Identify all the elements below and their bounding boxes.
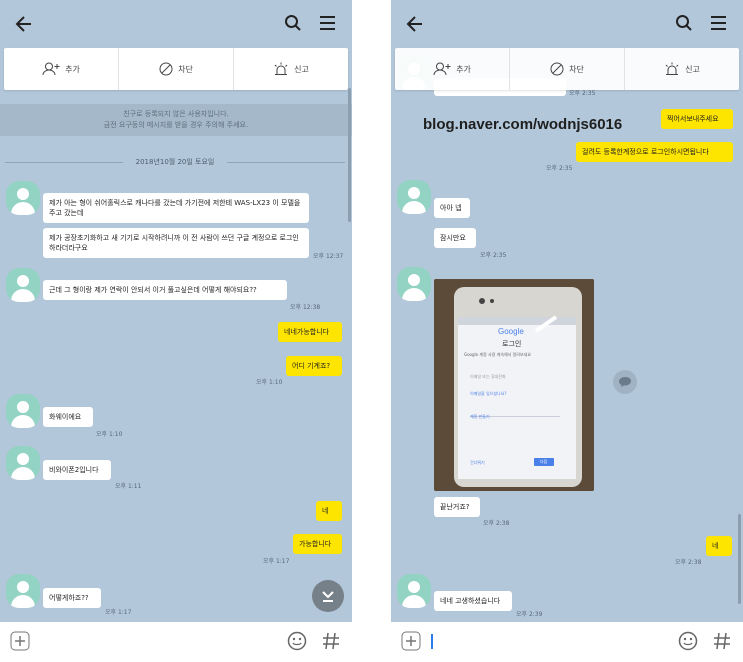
plus-icon[interactable] [401,631,421,651]
photo-email-hint: 이메일 또는 휴대전화 [470,374,506,379]
message-bubble[interactable]: 화웨이에요 [43,407,93,427]
add-friend-icon [42,62,60,76]
report-label: 신고 [294,64,309,74]
message-time: 오후 12:38 [290,304,321,311]
block-button[interactable]: 차단 [119,48,234,90]
message-time: 오후 2:38 [675,559,702,566]
photo-login-title: 로그인 [502,340,522,348]
hamburger-menu-icon[interactable] [319,15,336,31]
message-time: 오후 1:10 [96,431,123,438]
add-friend-button[interactable]: 추가 [395,48,510,90]
add-friend-label: 추가 [456,64,471,74]
back-arrow-icon[interactable] [14,14,34,34]
scrollbar-thumb[interactable] [348,88,351,222]
add-friend-button[interactable]: 추가 [4,48,119,90]
chat-screen-right: 오후 2:35 추가 차단 신고 blog.naver.com/wodnjs60… [391,0,743,662]
message-time: 오후 2:35 [480,252,507,259]
message-time: 오후 2:38 [483,520,510,527]
message-bubble[interactable]: 네네 고생하셨습니다 [434,591,512,611]
message-time: 오후 1:10 [256,379,283,386]
my-message-bubble[interactable]: 가능합니다 [293,534,342,554]
my-message-bubble[interactable]: 네네가능합니다 [278,322,342,342]
avatar[interactable] [6,394,40,428]
add-friend-label: 추가 [65,64,80,74]
photo-create-link: 계정 만들기 [470,414,490,419]
scroll-down-button[interactable] [312,580,344,612]
share-button[interactable] [613,370,637,394]
friend-action-bar: 추가 차단 신고 [4,48,348,90]
message-bubble[interactable]: 제가 공장초기화하고 새 기기로 시작하려니까 이 전 사람이 쓰던 구글 계정… [43,228,309,258]
message-bubble[interactable]: 아아 넵 [434,198,470,218]
text-cursor[interactable] [431,634,433,649]
report-button[interactable]: 신고 [625,48,739,90]
my-message-bubble[interactable]: 걸려도 등록한계정으로 로그인하시면됩니다 [576,142,733,162]
avatar[interactable] [397,574,431,608]
avatar[interactable] [6,268,40,302]
share-icon [619,377,631,387]
block-icon [550,62,564,76]
add-friend-icon [433,62,451,76]
scrollbar-thumb[interactable] [738,514,741,604]
report-label: 신고 [685,64,700,74]
emoji-icon[interactable] [287,631,307,651]
avatar[interactable] [6,574,40,608]
stranger-warning-notice: 친구로 등록되지 않은 사용자입니다. 금전 요구등의 메시지를 받을 경우 주… [0,104,352,136]
avatar[interactable] [397,267,431,301]
photo-prev-link: 건너뛰기 [470,460,485,465]
message-time: 오후 1:17 [263,558,290,565]
message-time: 오후 2:39 [516,611,543,618]
plus-icon[interactable] [10,631,30,651]
date-text: 2018년10월 20일 토요일 [135,158,215,166]
message-bubble[interactable]: 제가 아는 형이 쉬어홀릭스로 캐나다를 갔는데 가기전에 저한테 WAS-LX… [43,193,309,223]
emoji-icon[interactable] [678,631,698,651]
photo-google-logo: Google [498,327,524,336]
top-bar [0,0,352,48]
notice-line-2: 금전 요구등의 메시지를 받을 경우 주의해 주세요. [103,121,249,129]
message-time: 오후 1:17 [105,609,132,616]
input-bar [0,622,352,662]
avatar[interactable] [6,181,40,215]
input-bar [391,622,743,662]
hash-icon[interactable] [322,631,340,651]
photo-next-button: 다음 [540,459,548,464]
photo-forgot-link: 이메일을 잊으셨나요? [470,391,507,396]
message-bubble[interactable]: 끝난거죠? [434,497,480,517]
friend-action-bar: 추가 차단 신고 [395,48,739,90]
hamburger-menu-icon[interactable] [710,15,727,31]
block-label: 차단 [569,64,584,74]
message-bubble[interactable]: 비와이폰2입니다 [43,460,111,480]
block-icon [159,62,173,76]
message-time: 오후 12:37 [313,253,344,260]
date-separator: 2018년10월 20일 토요일 [5,157,345,167]
avatar[interactable] [397,180,431,214]
search-icon[interactable] [284,14,302,32]
my-message-bubble[interactable]: 네 [706,536,732,556]
phone-photo-illustration [434,279,594,491]
my-message-bubble[interactable]: 찍어서보내주세요 [661,109,733,129]
search-icon[interactable] [675,14,693,32]
avatar[interactable] [6,446,40,480]
hash-icon[interactable] [713,631,731,651]
scroll-down-icon [322,591,334,602]
report-button[interactable]: 신고 [234,48,348,90]
my-message-bubble[interactable]: 네 [316,501,342,521]
photo-message[interactable]: Google 로그인 Google 계정 사용 계속해서 알려보세요 이메일 또… [434,279,594,491]
notice-line-1: 친구로 등록되지 않은 사용자입니다. [123,110,229,118]
report-siren-icon [665,62,679,75]
back-arrow-icon[interactable] [405,14,425,34]
message-time: 오후 1:11 [115,483,142,490]
top-bar [391,0,743,48]
message-bubble[interactable]: 어떻게하죠?? [43,588,101,608]
message-time: 오후 2:35 [546,165,573,172]
my-message-bubble[interactable]: 어디 기계죠? [286,356,342,376]
chat-screen-left: 추가 차단 신고 친구로 등록되지 않은 사용자입니다. 금전 요구등의 메시지… [0,0,352,662]
photo-login-subtitle: Google 계정 사용 계속해서 알려보세요 [464,352,532,357]
message-bubble[interactable]: 근데 그 형이랑 제가 연락이 안되서 이거 풀고싶은데 어떻게 해야되요?? [43,280,287,300]
message-bubble[interactable]: 잠시만요 [434,228,476,248]
block-button[interactable]: 차단 [510,48,625,90]
blog-watermark: blog.naver.com/wodnjs6016 [423,116,623,133]
report-siren-icon [274,62,288,75]
block-label: 차단 [178,64,193,74]
